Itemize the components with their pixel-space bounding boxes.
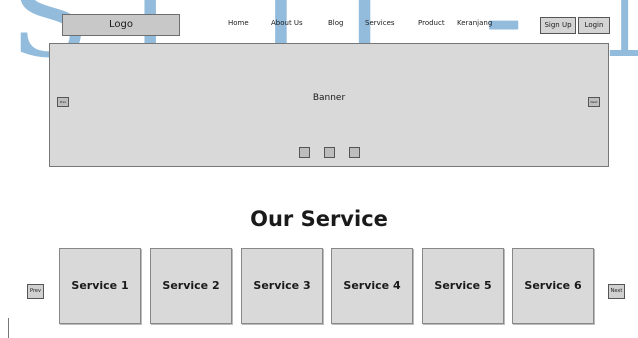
banner-indicator[interactable]	[299, 147, 310, 158]
service-card-6[interactable]: Service 6	[512, 248, 594, 324]
header: Logo Home About Us Blog Services Product…	[0, 0, 638, 50]
nav-about-us[interactable]: About Us	[271, 18, 303, 28]
service-card-2[interactable]: Service 2	[150, 248, 232, 324]
services-prev-button[interactable]: Prev	[27, 284, 44, 299]
left-divider	[8, 318, 9, 338]
services-next-button[interactable]: Next	[608, 284, 625, 299]
service-card-1[interactable]: Service 1	[59, 248, 141, 324]
banner: Banner Prev Next	[49, 43, 609, 167]
nav-product[interactable]: Product	[418, 18, 445, 28]
banner-next-button[interactable]: Next	[588, 97, 600, 107]
banner-prev-button[interactable]: Prev	[57, 97, 69, 107]
nav-keranjang[interactable]: Keranjang	[457, 18, 492, 28]
service-card-4[interactable]: Service 4	[331, 248, 413, 324]
nav-services[interactable]: Services	[365, 18, 395, 28]
nav-blog[interactable]: Blog	[328, 18, 343, 28]
service-card-3[interactable]: Service 3	[241, 248, 323, 324]
banner-indicator[interactable]	[324, 147, 335, 158]
banner-indicator[interactable]	[349, 147, 360, 158]
logo[interactable]: Logo	[62, 14, 180, 36]
login-button[interactable]: Login	[578, 17, 610, 34]
nav-home[interactable]: Home	[228, 18, 249, 28]
section-title: Our Service	[250, 207, 388, 231]
banner-label: Banner	[312, 93, 346, 103]
service-card-5[interactable]: Service 5	[422, 248, 504, 324]
signup-button[interactable]: Sign Up	[540, 17, 576, 34]
